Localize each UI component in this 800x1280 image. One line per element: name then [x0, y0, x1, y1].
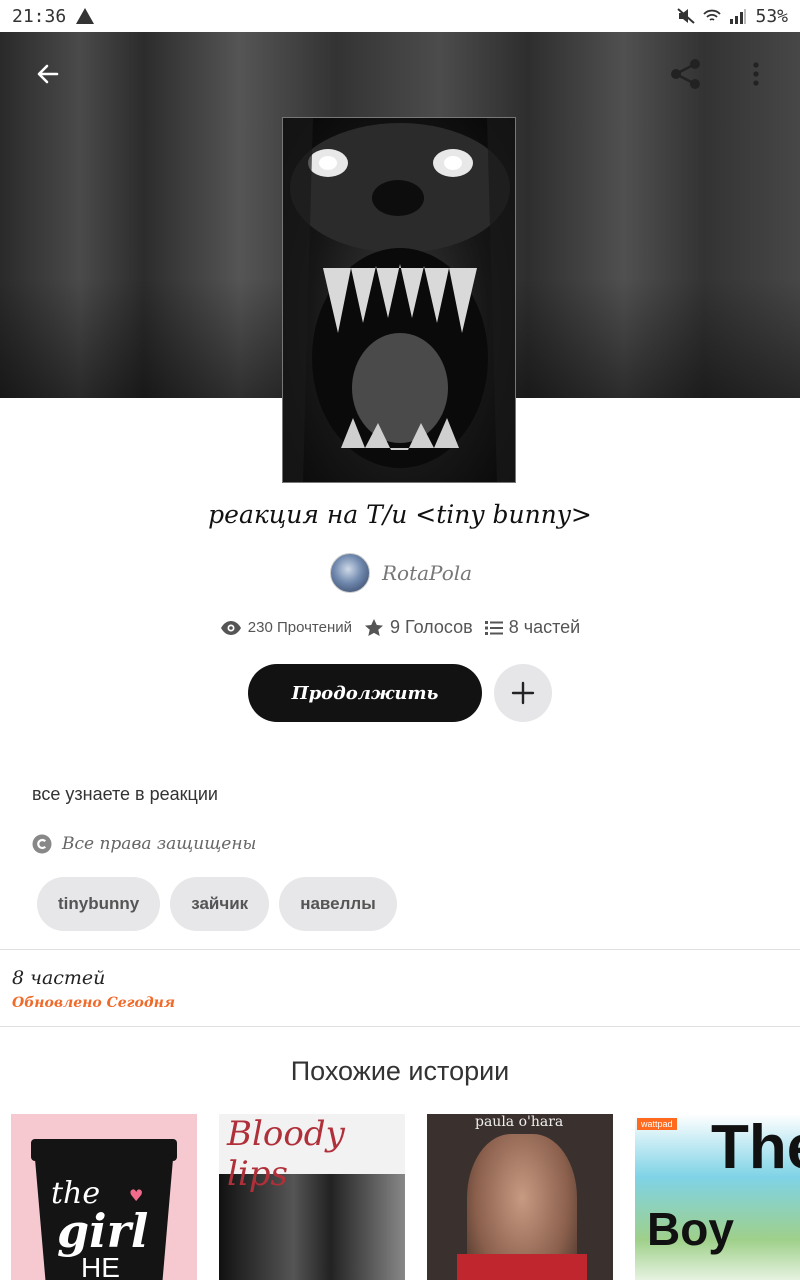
- more-button[interactable]: [734, 52, 778, 96]
- wolf-cover-image: [283, 118, 515, 482]
- heart-icon: ♥: [129, 1186, 144, 1205]
- reads-count: 230 Прочтений: [247, 619, 353, 636]
- status-bar: 21:36 53%: [0, 0, 800, 32]
- list-icon: [484, 620, 503, 635]
- copyright-icon: [32, 834, 52, 854]
- signal-icon: [730, 9, 747, 24]
- book-title-text: HE: [81, 1252, 120, 1280]
- author-link[interactable]: RotaPola: [330, 552, 472, 594]
- parts-label: 8 частей: [12, 967, 106, 989]
- share-icon: [671, 59, 700, 89]
- copyright-notice: Все права защищены: [32, 834, 256, 854]
- book-cover[interactable]: [282, 117, 516, 483]
- story-description: все узнаете в реакции: [32, 784, 218, 804]
- similar-book-cover[interactable]: Bloody lips: [219, 1114, 405, 1280]
- story-stats: 230 Прочтений 9 Голосов 8 частей: [0, 617, 800, 638]
- votes-stat: 9 Голосов: [364, 617, 473, 638]
- tag-list: tinybunny зайчик навеллы: [37, 877, 397, 931]
- continue-reading-button[interactable]: Продолжить: [248, 664, 482, 722]
- status-time: 21:36: [12, 5, 67, 27]
- book-title-text: girl: [57, 1204, 149, 1258]
- wifi-icon: [703, 9, 722, 21]
- similar-stories-list: the girl HE ♥ Bloody lips paula o'hara w…: [0, 1114, 800, 1280]
- updated-label: Обновлено Сегодня: [12, 995, 175, 1011]
- back-button[interactable]: [26, 52, 70, 96]
- wattpad-badge: wattpad: [637, 1118, 677, 1130]
- mute-icon: [677, 8, 696, 24]
- story-title: реакция на Т/и <tiny bunny>: [208, 500, 592, 529]
- table-of-contents-link[interactable]: 8 частей Обновлено Сегодня: [0, 950, 800, 1026]
- story-page: 21:36 53% реакция на Т/и <tiny bunny> Ro…: [0, 0, 800, 1280]
- tag-chip[interactable]: tinybunny: [37, 877, 161, 931]
- battery-level: 53%: [755, 5, 788, 27]
- star-icon: [365, 618, 384, 636]
- parts-count: 8 частей: [508, 617, 581, 637]
- warning-icon: [76, 8, 95, 24]
- similar-book-cover[interactable]: wattpad The Boy: [635, 1114, 800, 1280]
- tag-chip[interactable]: навеллы: [279, 877, 397, 931]
- similar-stories-title: Похожие истории: [290, 1056, 510, 1086]
- votes-count: 9 Голосов: [390, 617, 473, 637]
- divider: [0, 1026, 800, 1027]
- book-title-text: Boy: [647, 1203, 734, 1255]
- avatar: [330, 553, 370, 593]
- similar-book-cover[interactable]: paula o'hara: [427, 1114, 613, 1280]
- cup-lid-shape: [31, 1139, 177, 1161]
- more-vertical-icon: [753, 62, 759, 86]
- add-to-library-button[interactable]: [494, 664, 552, 722]
- red-fabric-shape: [457, 1254, 587, 1280]
- tag-chip[interactable]: зайчик: [170, 877, 270, 931]
- arrow-left-icon: [37, 64, 59, 84]
- plus-icon: [511, 681, 535, 705]
- book-title-text: Bloody lips: [227, 1114, 345, 1194]
- copyright-text: Все права защищены: [62, 834, 257, 854]
- similar-book-cover[interactable]: the girl HE ♥: [11, 1114, 197, 1280]
- author-name: RotaPola: [382, 561, 473, 585]
- book-author-text: paula o'hara: [475, 1114, 564, 1130]
- reads-stat: 230 Прочтений: [220, 619, 352, 636]
- eye-icon: [220, 620, 241, 635]
- book-title-text: The: [711, 1114, 800, 1182]
- share-button[interactable]: [664, 52, 708, 96]
- parts-stat: 8 частей: [484, 617, 581, 638]
